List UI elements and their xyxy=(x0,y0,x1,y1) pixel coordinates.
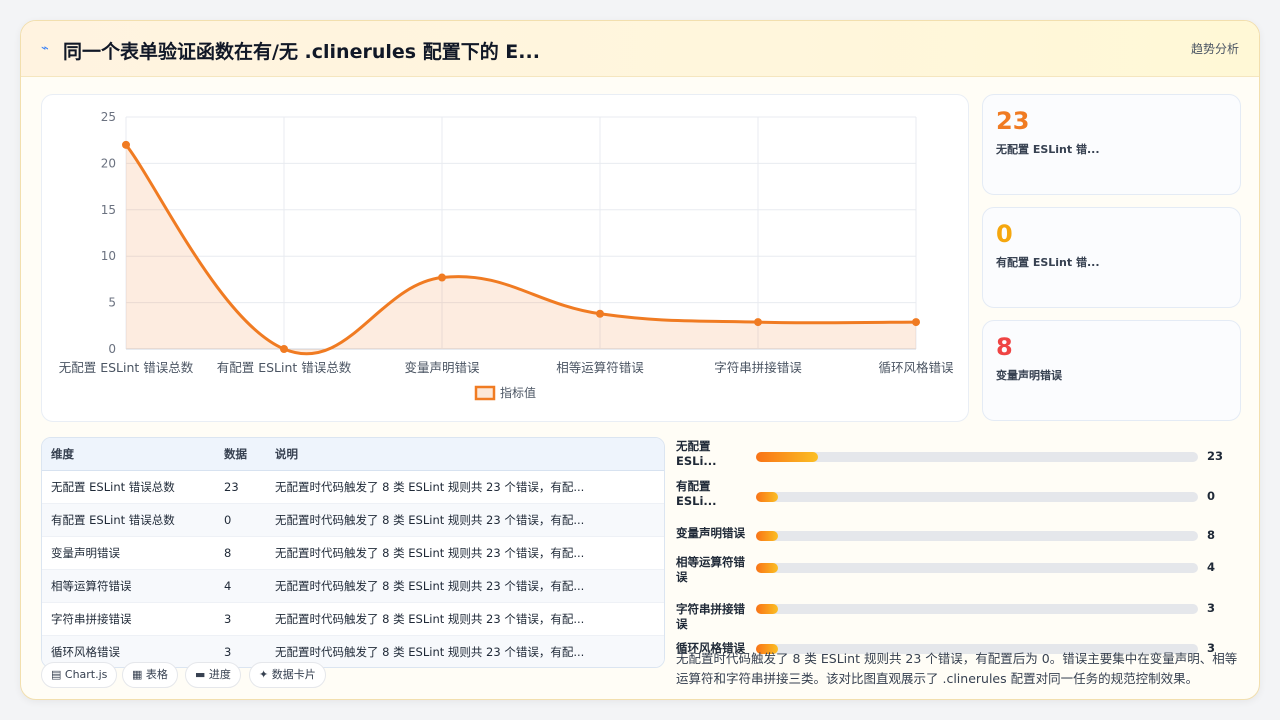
header-bar: ⌁ 同一个表单验证函数在有/无 .clinerules 配置下的 E... 趋势… xyxy=(21,21,1259,77)
column-header: 数据 xyxy=(215,438,266,471)
progress-value: 23 xyxy=(1207,449,1224,463)
table-cell: 23 xyxy=(215,470,266,504)
progress-bars: 无配置 ESLi... 23 有配置 ESLi... 0 变量声明错误 8 相等… xyxy=(676,435,1241,655)
sparkline-icon: ⌁ xyxy=(41,41,49,56)
table-row[interactable]: 变量声明错误 8 无配置时代码触发了 8 类 ESLint 规则共 23 个错误… xyxy=(42,536,664,570)
kpi-card-variable-declaration: 8 变量声明错误 xyxy=(982,320,1241,421)
table-cell: 4 xyxy=(215,569,266,603)
x-tick-label: 有配置 ESLint 错误总数 xyxy=(217,360,352,375)
table-cell: 无配置时代码触发了 8 类 ESLint 规则共 23 个错误，有配... xyxy=(266,470,664,504)
table-cell: 相等运算符错误 xyxy=(42,569,215,603)
kpi-label: 有配置 ESLint 错... xyxy=(996,256,1100,269)
progress-value: 4 xyxy=(1207,560,1216,574)
progress-track xyxy=(756,531,1198,541)
progress-label: 变量声明错误 xyxy=(676,526,745,540)
line-chart-panel: 0 5 10 15 20 25 无配置 ESLint 错误总数 有配置 ESLint 错误总数… xyxy=(41,94,969,422)
y-tick-label: 20 xyxy=(101,156,116,170)
data-point xyxy=(280,345,288,353)
table-cell: 0 xyxy=(215,503,266,537)
table-cell: 字符串拼接错误 xyxy=(42,602,215,636)
progress-label: 有配置 ESLi... xyxy=(676,479,717,508)
table-cell: 无配置时代码触发了 8 类 ESLint 规则共 23 个错误，有配... xyxy=(266,635,664,667)
page-title: 同一个表单验证函数在有/无 .clinerules 配置下的 E... xyxy=(63,41,540,63)
x-tick-label: 字符串拼接错误 xyxy=(714,360,802,375)
table-row[interactable]: 有配置 ESLint 错误总数 0 无配置时代码触发了 8 类 ESLint 规… xyxy=(42,503,664,537)
table-cell: 无配置时代码触发了 8 类 ESLint 规则共 23 个错误，有配... xyxy=(266,569,664,603)
progress-label: 无配置 ESLi... xyxy=(676,439,717,468)
y-tick-label: 10 xyxy=(101,249,116,263)
progress-value: 8 xyxy=(1207,528,1216,542)
kpi-label: 变量声明错误 xyxy=(996,369,1062,382)
table-row[interactable]: 无配置 ESLint 错误总数 23 无配置时代码触发了 8 类 ESLint … xyxy=(42,470,664,504)
progress-fill xyxy=(756,531,779,541)
legend-swatch xyxy=(474,385,496,401)
progress-track xyxy=(756,492,1198,502)
table-cell: 无配置时代码触发了 8 类 ESLint 规则共 23 个错误，有配... xyxy=(266,536,664,570)
x-tick-label: 循环风格错误 xyxy=(878,360,954,375)
table-cell: 8 xyxy=(215,536,266,570)
progress-fill xyxy=(756,492,779,502)
progress-fill xyxy=(756,452,818,462)
table-header-row: 维度 数据 说明 xyxy=(42,438,664,471)
column-header: 维度 xyxy=(42,438,215,471)
x-tick-label: 变量声明错误 xyxy=(404,360,480,375)
data-point xyxy=(912,318,920,327)
kpi-card-total-without-config: 23 无配置 ESLint 错... xyxy=(982,94,1241,195)
x-tick-label: 相等运算符错误 xyxy=(556,360,644,375)
column-header: 说明 xyxy=(266,438,664,471)
data-table: 维度 数据 说明 无配置 ESLint 错误总数 23 无配置时代码触发了 8 … xyxy=(42,438,664,667)
data-point xyxy=(596,309,604,318)
data-point xyxy=(438,273,446,282)
kpi-value: 8 xyxy=(996,333,1013,361)
kpi-value: 0 xyxy=(996,220,1013,248)
y-tick-label: 25 xyxy=(101,110,116,124)
summary-text: 无配置时代码触发了 8 类 ESLint 规则共 23 个错误，有配置后为 0。… xyxy=(676,651,1238,686)
table-cell: 3 xyxy=(215,602,266,636)
kpi-label: 无配置 ESLint 错... xyxy=(996,143,1100,156)
table-row[interactable]: 字符串拼接错误 3 无配置时代码触发了 8 类 ESLint 规则共 23 个错… xyxy=(42,602,664,636)
table-row[interactable]: 相等运算符错误 4 无配置时代码触发了 8 类 ESLint 规则共 23 个错… xyxy=(42,569,664,603)
table-cell: 无配置 ESLint 错误总数 xyxy=(42,470,215,504)
progress-label: 字符串拼接错误 xyxy=(676,602,745,631)
progress-track xyxy=(756,604,1198,614)
table-cell: 变量声明错误 xyxy=(42,536,215,570)
chip-chartjs[interactable]: ▤ Chart.js xyxy=(41,662,118,688)
progress-value: 3 xyxy=(1207,601,1216,615)
chip-data-card[interactable]: ✦ 数据卡片 xyxy=(249,662,326,688)
y-tick-label: 0 xyxy=(108,342,116,356)
y-tick-label: 15 xyxy=(101,203,116,217)
progress-fill xyxy=(756,563,779,573)
x-tick-label: 无配置 ESLint 错误总数 xyxy=(59,360,194,375)
progress-track xyxy=(756,563,1198,573)
data-point xyxy=(754,318,762,327)
legend-label: 指标值 xyxy=(500,385,536,400)
y-tick-label: 5 xyxy=(108,296,116,310)
line-chart: 0 5 10 15 20 25 无配置 ESLint 错误总数 有配置 ESLint 错误总数… xyxy=(59,110,954,401)
table-cell: 无配置时代码触发了 8 类 ESLint 规则共 23 个错误，有配... xyxy=(266,503,664,537)
progress-label: 相等运算符错误 xyxy=(676,555,745,584)
dashboard-card: ⌁ 同一个表单验证函数在有/无 .clinerules 配置下的 E... 趋势… xyxy=(20,20,1260,700)
chip-table[interactable]: ▦ 表格 xyxy=(122,662,178,688)
data-table-panel: 维度 数据 说明 无配置 ESLint 错误总数 23 无配置时代码触发了 8 … xyxy=(41,437,665,668)
chip-progress[interactable]: ▬ 进度 xyxy=(185,662,241,688)
kpi-card-total-with-config: 0 有配置 ESLint 错... xyxy=(982,207,1241,308)
kpi-value: 23 xyxy=(996,107,1030,135)
progress-value: 0 xyxy=(1207,489,1216,503)
table-cell: 无配置时代码触发了 8 类 ESLint 规则共 23 个错误，有配... xyxy=(266,602,664,636)
data-point xyxy=(122,140,130,149)
table-cell: 有配置 ESLint 错误总数 xyxy=(42,503,215,537)
analysis-tag[interactable]: 趋势分析 xyxy=(1191,40,1239,57)
progress-track xyxy=(756,452,1198,462)
progress-fill xyxy=(756,604,779,614)
